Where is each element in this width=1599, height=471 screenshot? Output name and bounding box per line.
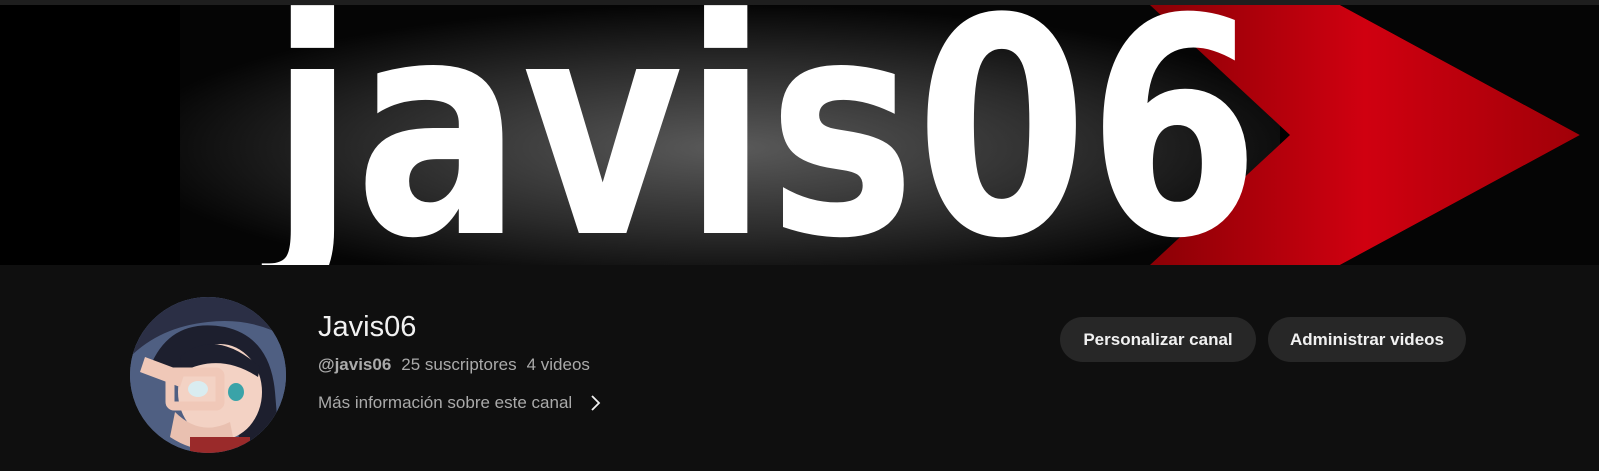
customize-channel-button[interactable]: Personalizar canal bbox=[1060, 317, 1256, 362]
banner-image: javis06 bbox=[0, 5, 1599, 265]
channel-name: Javis06 bbox=[318, 311, 417, 343]
avatar-image bbox=[130, 297, 286, 453]
video-count: 4 videos bbox=[526, 355, 590, 374]
channel-header: Javis06 @javis06 25 suscriptores 4 videos … bbox=[0, 265, 1599, 471]
subscriber-count: 25 suscriptores bbox=[401, 355, 517, 374]
more-info-label: Más información sobre este canal bbox=[318, 393, 573, 412]
channel-avatar[interactable] bbox=[130, 297, 286, 453]
channel-handle: @javis06 bbox=[318, 355, 392, 374]
more-info-link[interactable]: Más información sobre este canal bbox=[318, 393, 604, 413]
channel-page: javis06 Javis06 @javis06 25 suscriptores 4… bbox=[0, 0, 1599, 471]
channel-meta: @javis06 25 suscriptores 4 videos bbox=[318, 355, 590, 375]
chevron-right-icon bbox=[591, 395, 601, 411]
manage-videos-button[interactable]: Administrar videos bbox=[1268, 317, 1466, 362]
banner-title: javis06 bbox=[258, 5, 1260, 265]
channel-banner: javis06 bbox=[0, 5, 1599, 265]
